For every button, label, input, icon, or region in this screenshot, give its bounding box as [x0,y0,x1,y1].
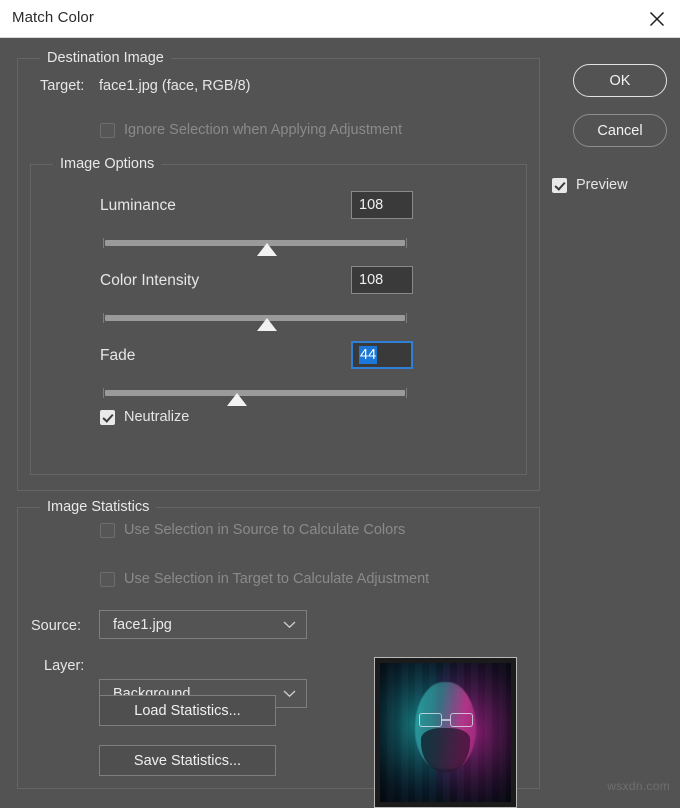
chevron-down-icon [283,685,296,703]
luminance-input[interactable]: 108 [351,191,413,219]
destination-image-group-title: Destination Image [40,50,171,66]
use-selection-source-checkbox: Use Selection in Source to Calculate Col… [100,522,405,538]
checkbox-box [100,123,115,138]
ignore-selection-checkbox: Ignore Selection when Applying Adjustmen… [100,122,402,138]
checkbox-box [552,178,567,193]
source-thumbnail [374,657,517,808]
ok-button[interactable]: OK [573,64,667,97]
source-thumbnail-image [380,663,511,802]
watermark: wsxdn.com [607,779,670,793]
preview-label: Preview [576,177,628,193]
fade-slider-thumb[interactable] [227,393,247,406]
checkbox-box [100,572,115,587]
source-label: Source: [31,618,81,634]
color-intensity-input[interactable]: 108 [351,266,413,294]
cancel-button[interactable]: Cancel [573,114,667,147]
source-dropdown[interactable]: face1.jpg [99,610,307,639]
luminance-label: Luminance [100,197,176,215]
color-intensity-slider-thumb[interactable] [257,318,277,331]
image-statistics-group-title: Image Statistics [40,499,156,515]
neutralize-checkbox[interactable]: Neutralize [100,409,189,425]
close-icon [649,11,665,27]
thumbnail-vignette [380,663,511,802]
use-selection-source-label: Use Selection in Source to Calculate Col… [124,522,405,538]
image-options-group-title: Image Options [53,156,161,172]
luminance-value: 108 [359,197,383,213]
window-title: Match Color [12,9,94,26]
ignore-selection-label: Ignore Selection when Applying Adjustmen… [124,122,402,138]
checkbox-box [100,410,115,425]
luminance-slider-thumb[interactable] [257,243,277,256]
cancel-button-label: Cancel [597,123,642,139]
color-intensity-value: 108 [359,272,383,288]
preview-checkbox[interactable]: Preview [552,177,628,193]
target-value: face1.jpg (face, RGB/8) [99,78,251,94]
use-selection-target-label: Use Selection in Target to Calculate Adj… [124,571,429,587]
layer-label: Layer: [44,658,84,674]
save-statistics-label: Save Statistics... [134,753,241,769]
title-bar: Match Color [0,0,680,38]
luminance-slider-track[interactable] [105,240,405,246]
target-label: Target: [40,78,84,94]
save-statistics-button[interactable]: Save Statistics... [99,745,276,776]
chevron-down-icon [283,616,296,634]
ok-button-label: OK [610,73,631,89]
fade-value: 44 [359,346,377,364]
fade-label: Fade [100,347,135,365]
source-dropdown-value: face1.jpg [100,617,172,633]
color-intensity-slider-track[interactable] [105,315,405,321]
fade-input[interactable]: 44 [351,341,413,369]
load-statistics-label: Load Statistics... [134,703,240,719]
load-statistics-button[interactable]: Load Statistics... [99,695,276,726]
fade-slider-track[interactable] [105,390,405,396]
checkbox-box [100,523,115,538]
neutralize-label: Neutralize [124,409,189,425]
use-selection-target-checkbox: Use Selection in Target to Calculate Adj… [100,571,429,587]
color-intensity-label: Color Intensity [100,272,199,290]
close-button[interactable] [634,0,680,37]
match-color-dialog: Destination Image Target: face1.jpg (fac… [0,38,680,801]
